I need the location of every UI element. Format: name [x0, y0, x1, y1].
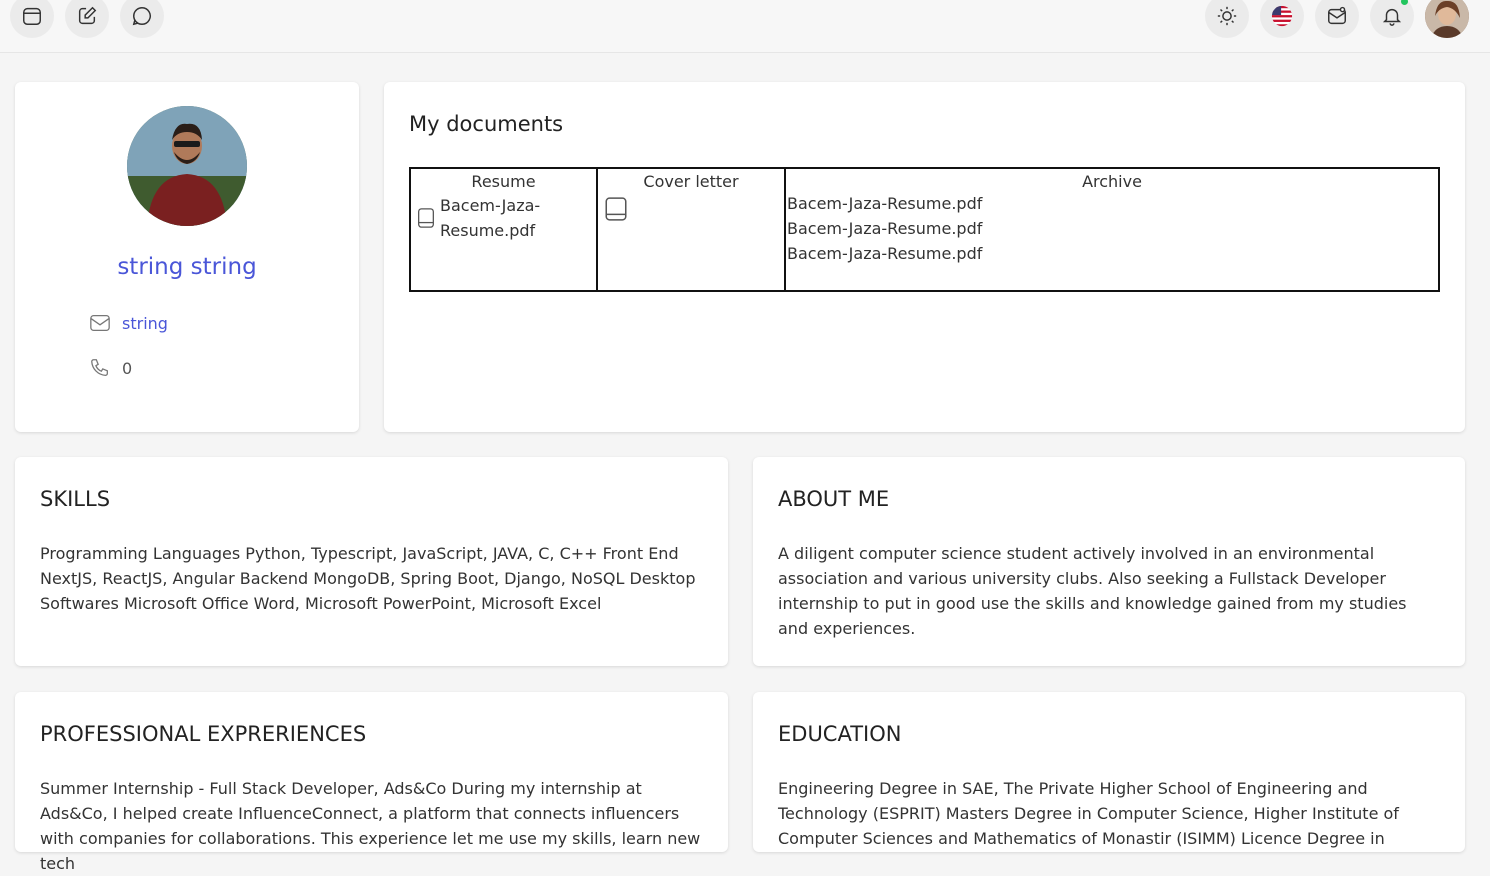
- resume-header: Resume: [471, 172, 536, 191]
- edit-icon: [78, 6, 97, 25]
- resume-column: Resume Bacem-Jaza- Resume.pdf: [411, 169, 598, 290]
- experience-card: PROFESSIONAL EXPRERIENCES Summer Interns…: [15, 692, 728, 873]
- about-title: ABOUT ME: [778, 487, 890, 511]
- documents-table: Resume Bacem-Jaza- Resume.pdf Cover lett…: [409, 167, 1440, 292]
- notification-dot: [1401, 0, 1408, 5]
- mail-icon: [1328, 6, 1346, 25]
- profile-email-row: string: [89, 312, 168, 334]
- resume-file-line1: Bacem-Jaza-: [440, 196, 541, 215]
- profile-card: string string string 0: [15, 82, 359, 432]
- cover-letter-upload[interactable]: [598, 193, 784, 229]
- calendar-button[interactable]: [10, 0, 54, 38]
- profile-phone: 0: [122, 358, 133, 378]
- education-card: EDUCATION Engineering Degree in SAE, The…: [753, 692, 1465, 852]
- archive-file[interactable]: Bacem-Jaza-Resume.pdf: [787, 191, 1438, 216]
- profile-name: string string: [117, 254, 257, 280]
- archive-column: Archive Bacem-Jaza-Resume.pdf Bacem-Jaza…: [786, 169, 1438, 290]
- us-flag-icon: [1271, 5, 1293, 27]
- bell-icon: [1382, 8, 1402, 26]
- experience-title: PROFESSIONAL EXPRERIENCES: [40, 722, 367, 746]
- chat-icon: [132, 7, 151, 26]
- documents-card: My documents Resume Bacem-Jaza- Resume.p…: [384, 82, 1465, 432]
- archive-header: Archive: [1082, 172, 1142, 191]
- profile-email[interactable]: string: [122, 314, 168, 333]
- phone-icon: [91, 359, 108, 376]
- avatar-image: [1425, 0, 1469, 38]
- archive-file[interactable]: Bacem-Jaza-Resume.pdf: [787, 241, 1438, 266]
- resume-file-line2: Resume.pdf: [440, 221, 536, 240]
- notifications-button[interactable]: [1370, 0, 1414, 38]
- user-avatar[interactable]: [1425, 0, 1469, 38]
- mail-icon: [90, 315, 110, 331]
- education-title: EDUCATION: [778, 722, 902, 746]
- language-button[interactable]: [1260, 0, 1304, 38]
- top-bar: [0, 0, 1490, 53]
- about-text: A diligent computer science student acti…: [778, 544, 1407, 638]
- skills-card: SKILLS Programming Languages Python, Typ…: [15, 457, 728, 666]
- document-icon: [605, 197, 627, 221]
- chat-button[interactable]: [120, 0, 164, 38]
- cover-letter-header: Cover letter: [643, 172, 739, 191]
- archive-file[interactable]: Bacem-Jaza-Resume.pdf: [787, 216, 1438, 241]
- sun-icon: [1217, 6, 1237, 26]
- about-card: ABOUT ME A diligent computer science stu…: [753, 457, 1465, 666]
- calendar-icon: [23, 7, 41, 25]
- profile-phone-row: 0: [89, 357, 132, 379]
- document-icon: [418, 208, 434, 228]
- experience-text: Summer Internship - Full Stack Developer…: [40, 779, 701, 873]
- profile-avatar: [127, 106, 247, 226]
- documents-title: My documents: [409, 112, 564, 136]
- messages-button[interactable]: [1315, 0, 1359, 38]
- theme-toggle-button[interactable]: [1205, 0, 1249, 38]
- edit-button[interactable]: [65, 0, 109, 38]
- education-text: Engineering Degree in SAE, The Private H…: [778, 779, 1399, 848]
- skills-title: SKILLS: [40, 487, 111, 511]
- resume-file[interactable]: Bacem-Jaza- Resume.pdf: [411, 193, 596, 243]
- profile-photo: [127, 106, 247, 226]
- cover-letter-column: Cover letter: [598, 169, 786, 290]
- skills-text: Programming Languages Python, Typescript…: [40, 544, 696, 613]
